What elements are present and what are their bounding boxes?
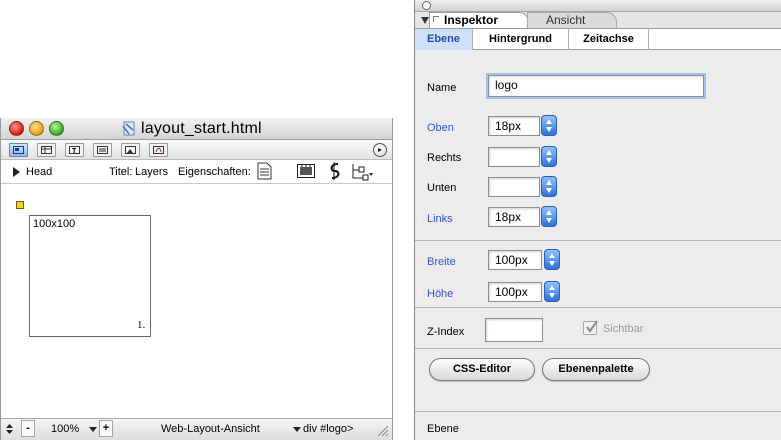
inspector-window: Inspektor Ansicht Ebene Hintergrund Zeit… [414, 0, 781, 440]
head-bar: Head Titel: Layers Eigenschaften: [1, 160, 392, 184]
list-view-icon[interactable] [93, 143, 112, 157]
divider [415, 348, 781, 349]
links-label: Links [427, 213, 453, 225]
css-editor-button[interactable]: CSS-Editor [429, 358, 535, 381]
text-view-icon[interactable]: T [65, 143, 84, 157]
titel-value[interactable]: Layers [135, 166, 168, 178]
layer-size-label: 100x100 [33, 218, 76, 230]
link-icon[interactable] [328, 162, 342, 180]
inspector-titlebar[interactable] [415, 0, 781, 12]
hoehe-field[interactable]: 100px [488, 282, 542, 302]
titel-label: Titel: [109, 166, 133, 178]
tag-path[interactable]: div #logo> [303, 423, 353, 435]
oben-field[interactable]: 18px [488, 116, 540, 136]
sichtbar-checkbox[interactable] [583, 320, 598, 335]
collapse-triangle-icon[interactable] [421, 17, 429, 24]
close-circle-icon[interactable] [422, 1, 431, 10]
inspector-status: Ebene [427, 423, 459, 435]
breite-label: Breite [427, 256, 456, 268]
subtab-ebene[interactable]: Ebene [415, 29, 473, 50]
subtab-hintergrund[interactable]: Hintergrund [473, 29, 569, 50]
document-window: layout_start.html T Head Titel: Layers E… [0, 118, 393, 440]
name-field[interactable]: logo [488, 75, 704, 97]
disclosure-triangle-icon[interactable] [13, 167, 20, 177]
status-bar: - 100% + Web-Layout-Ansicht div #logo> [1, 418, 392, 440]
links-stepper[interactable] [541, 206, 557, 227]
view-mode-select[interactable]: Web-Layout-Ansicht [161, 423, 260, 435]
table-view-icon[interactable] [37, 143, 56, 157]
html-file-icon [121, 121, 137, 137]
eigenschaften-label: Eigenschaften: [178, 166, 251, 178]
zindex-field[interactable] [485, 318, 543, 342]
oben-stepper[interactable] [541, 115, 557, 136]
image-view-icon[interactable] [121, 143, 140, 157]
divider [415, 307, 781, 308]
zindex-label: Z-Index [427, 326, 465, 338]
document-title: layout_start.html [141, 120, 262, 137]
tab-inspektor[interactable]: Inspektor [429, 12, 529, 28]
document-titlebar[interactable]: layout_start.html [1, 118, 392, 140]
head-label[interactable]: Head [26, 166, 52, 178]
zoom-level[interactable]: 100% [51, 423, 79, 435]
oben-label: Oben [427, 122, 454, 134]
zoom-out-button[interactable]: - [21, 420, 35, 437]
hoehe-label: Höhe [427, 288, 454, 300]
ebenenpalette-button[interactable]: Ebenenpalette [542, 358, 650, 381]
minimize-light-icon[interactable] [29, 121, 44, 136]
layout-canvas[interactable]: 100x100 1. [1, 185, 392, 411]
breite-field[interactable]: 100px [488, 250, 542, 270]
svg-text:T: T [72, 148, 77, 154]
layout-view-icon[interactable] [9, 143, 28, 157]
tab-inspektor-label: Inspektor [444, 13, 499, 27]
anchor-marker-icon[interactable] [16, 201, 24, 209]
preview-circle-icon[interactable] [373, 143, 387, 157]
rechts-stepper[interactable] [541, 146, 557, 167]
tab-corner-icon [433, 16, 439, 22]
logo-layer[interactable]: 100x100 1. [29, 215, 151, 337]
unten-label: Unten [427, 182, 457, 194]
chevron-down-icon[interactable] [293, 427, 301, 432]
zoom-in-button[interactable]: + [99, 420, 113, 437]
hoehe-stepper[interactable] [544, 281, 560, 302]
subtab-zeitachse[interactable]: Zeitachse [569, 29, 649, 50]
chevron-down-icon[interactable] [89, 427, 97, 432]
tab-ansicht[interactable]: Ansicht [527, 12, 617, 28]
view-toolbar: T [1, 140, 392, 160]
page-icon[interactable] [257, 162, 272, 180]
pdf-view-icon[interactable] [149, 143, 168, 157]
unten-stepper[interactable] [541, 176, 557, 197]
film-icon[interactable] [297, 164, 315, 178]
divider [415, 240, 781, 241]
close-light-icon[interactable] [9, 121, 24, 136]
links-field[interactable]: 18px [488, 207, 540, 227]
resize-grip-icon[interactable] [375, 423, 389, 437]
sichtbar-label: Sichtbar [603, 323, 644, 335]
layer-corner-marker: 1. [137, 319, 146, 331]
tree-icon[interactable] [351, 163, 373, 181]
divider [415, 411, 781, 412]
rechts-field[interactable] [488, 147, 540, 167]
updown-arrows-icon[interactable] [5, 423, 14, 435]
breite-stepper[interactable] [544, 249, 560, 270]
rechts-label: Rechts [427, 152, 462, 164]
subtab-row: Ebene Hintergrund Zeitachse [415, 28, 781, 50]
checkmark-icon [586, 320, 598, 333]
unten-field[interactable] [488, 177, 540, 197]
name-label: Name [427, 82, 457, 94]
zoom-light-icon[interactable] [49, 121, 64, 136]
